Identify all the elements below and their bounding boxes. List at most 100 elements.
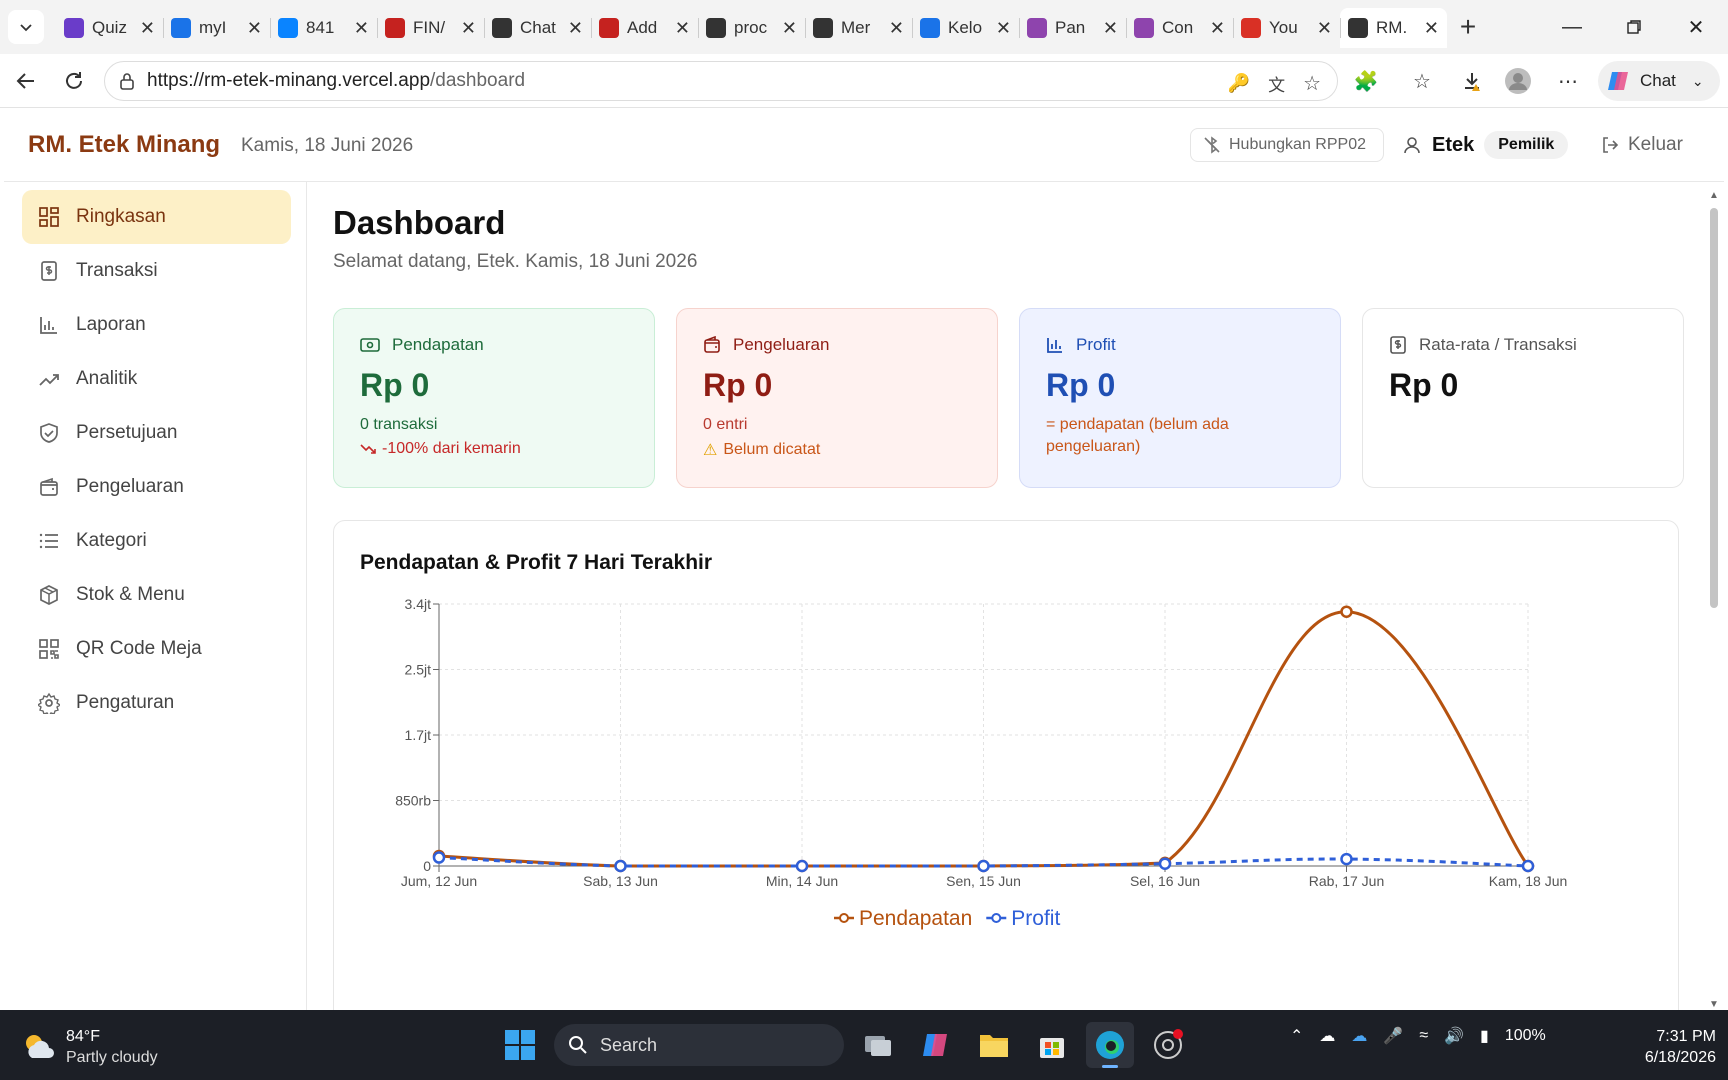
- sidebar-item-qr-code-meja[interactable]: QR Code Meja: [22, 622, 291, 676]
- close-tab-icon[interactable]: ✕: [996, 18, 1011, 39]
- downloads-button[interactable]: [1454, 64, 1490, 98]
- sidebar-item-pengaturan[interactable]: Pengaturan: [22, 676, 291, 730]
- sidebar-item-laporan[interactable]: Laporan: [22, 298, 291, 352]
- data-point-profit: [1340, 852, 1353, 866]
- receipt-icon: [38, 260, 60, 282]
- data-point-profit: [1521, 859, 1535, 873]
- cloud-sync-icon[interactable]: ☁: [1319, 1026, 1335, 1046]
- tab-list-button[interactable]: [8, 10, 44, 44]
- star-icon[interactable]: ☆: [1303, 71, 1321, 96]
- new-tab-button[interactable]: +: [1450, 10, 1486, 44]
- sidebar-item-stok-menu[interactable]: Stok & Menu: [22, 568, 291, 622]
- profit-note: = pendapatan (belum ada pengeluaran): [1046, 416, 1229, 455]
- expense-warning: ⚠ Belum dicatat: [703, 440, 971, 460]
- file-explorer-app[interactable]: [970, 1022, 1018, 1068]
- copilot-app[interactable]: [912, 1022, 960, 1068]
- sidebar-item-pengeluaran[interactable]: Pengeluaran: [22, 460, 291, 514]
- tab-title: Kelo: [948, 18, 983, 37]
- legend-swatch-marker: [991, 913, 1002, 923]
- wallet-icon: [704, 336, 720, 353]
- browser-tab[interactable]: RM. ✕: [1340, 8, 1447, 48]
- expense-entries: 0 entri: [703, 416, 748, 433]
- minimize-button[interactable]: —: [1542, 8, 1602, 46]
- warning-icon: ⚠: [703, 442, 718, 459]
- average-card: Rata-rata / Transaksi Rp 0: [1362, 308, 1684, 488]
- close-tab-icon[interactable]: ✕: [568, 18, 583, 39]
- role-badge: Pemilik: [1484, 131, 1569, 159]
- wallet-icon: [38, 476, 60, 498]
- browser-tab[interactable]: Pan ✕: [1019, 8, 1126, 48]
- sidebar-item-label: Kategori: [76, 530, 147, 551]
- start-button[interactable]: [496, 1022, 544, 1068]
- wifi-icon[interactable]: ≈: [1419, 1027, 1428, 1045]
- logout-button[interactable]: Keluar: [1600, 128, 1683, 162]
- volume-icon[interactable]: 🔊: [1444, 1026, 1464, 1046]
- chrome-app[interactable]: [1144, 1022, 1192, 1068]
- sidebar-item-label: Laporan: [76, 314, 146, 335]
- profile-button[interactable]: [1500, 64, 1536, 98]
- close-window-button[interactable]: ✕: [1666, 8, 1726, 46]
- weather-widget[interactable]: 84°F Partly cloudy: [22, 1026, 158, 1068]
- browser-tab[interactable]: myI ✕: [163, 8, 270, 48]
- close-tab-icon[interactable]: ✕: [1210, 18, 1225, 39]
- close-tab-icon[interactable]: ✕: [1424, 18, 1439, 39]
- x-tick-label: Kam, 18 Jun: [1489, 873, 1568, 889]
- close-tab-icon[interactable]: ✕: [354, 18, 369, 39]
- browser-tab[interactable]: Quiz ✕: [56, 8, 163, 48]
- translate-icon[interactable]: 文: [1268, 71, 1285, 96]
- browser-tab[interactable]: Chat ✕: [484, 8, 591, 48]
- sidebar-item-analitik[interactable]: Analitik: [22, 352, 291, 406]
- sidebar-item-label: Pengaturan: [76, 692, 175, 713]
- browser-tab[interactable]: Kelo ✕: [912, 8, 1019, 48]
- page-scrollbar[interactable]: ▲ ▼: [1706, 190, 1720, 1010]
- legend-label: Profit: [1011, 907, 1060, 930]
- close-tab-icon[interactable]: ✕: [1317, 18, 1332, 39]
- sidebar-item-ringkasan[interactable]: Ringkasan: [22, 190, 291, 244]
- sidebar-item-kategori[interactable]: Kategori: [22, 514, 291, 568]
- brand-title[interactable]: RM. Etek Minang: [28, 131, 220, 159]
- onedrive-icon[interactable]: ☁: [1351, 1026, 1367, 1046]
- browser-tab[interactable]: proc ✕: [698, 8, 805, 48]
- taskbar-search[interactable]: Search: [554, 1024, 844, 1066]
- favorites-button[interactable]: ☆: [1404, 64, 1440, 98]
- close-tab-icon[interactable]: ✕: [889, 18, 904, 39]
- battery-icon[interactable]: ▮: [1480, 1026, 1489, 1046]
- close-tab-icon[interactable]: ✕: [461, 18, 476, 39]
- url-text: https://rm-etek-minang.vercel.app/dashbo…: [147, 70, 525, 92]
- restore-button[interactable]: [1604, 8, 1664, 46]
- browser-tab[interactable]: Mer ✕: [805, 8, 912, 48]
- chevron-up-icon[interactable]: ⌃: [1290, 1026, 1303, 1046]
- close-tab-icon[interactable]: ✕: [782, 18, 797, 39]
- close-tab-icon[interactable]: ✕: [140, 18, 155, 39]
- clock[interactable]: 7:31 PM 6/18/2026: [1632, 1026, 1716, 1068]
- browser-tab[interactable]: You ✕: [1233, 8, 1340, 48]
- receipt-icon: [1390, 336, 1406, 354]
- task-view-button[interactable]: [854, 1022, 902, 1068]
- close-tab-icon[interactable]: ✕: [1103, 18, 1118, 39]
- more-menu-button[interactable]: ⋯: [1550, 64, 1586, 98]
- browser-tab[interactable]: Add ✕: [591, 8, 698, 48]
- edge-app[interactable]: [1086, 1022, 1134, 1068]
- close-tab-icon[interactable]: ✕: [675, 18, 690, 39]
- back-button[interactable]: [8, 64, 44, 98]
- connect-printer-button[interactable]: Hubungkan RPP02: [1190, 128, 1384, 162]
- data-point-profit: [614, 859, 627, 873]
- scroll-thumb[interactable]: [1710, 208, 1718, 608]
- banknote-icon: [360, 338, 380, 352]
- tab-title: proc: [734, 18, 768, 37]
- microphone-icon[interactable]: 🎤: [1383, 1026, 1403, 1046]
- browser-tab[interactable]: Con ✕: [1126, 8, 1233, 48]
- extensions-button[interactable]: 🧩: [1348, 64, 1384, 98]
- store-app[interactable]: [1028, 1022, 1076, 1068]
- key-icon[interactable]: 🔑: [1228, 73, 1250, 94]
- refresh-button[interactable]: [56, 64, 92, 98]
- logout-label: Keluar: [1628, 134, 1683, 155]
- y-tick-label: 850rb: [395, 793, 431, 809]
- close-tab-icon[interactable]: ✕: [247, 18, 262, 39]
- address-bar[interactable]: https://rm-etek-minang.vercel.app/dashbo…: [104, 61, 1338, 101]
- copilot-chat-button[interactable]: Chat ⌄: [1598, 61, 1720, 101]
- sidebar-item-persetujuan[interactable]: Persetujuan: [22, 406, 291, 460]
- browser-tab[interactable]: 841 ✕: [270, 8, 377, 48]
- browser-tab[interactable]: FIN/ ✕: [377, 8, 484, 48]
- sidebar-item-transaksi[interactable]: Transaksi: [22, 244, 291, 298]
